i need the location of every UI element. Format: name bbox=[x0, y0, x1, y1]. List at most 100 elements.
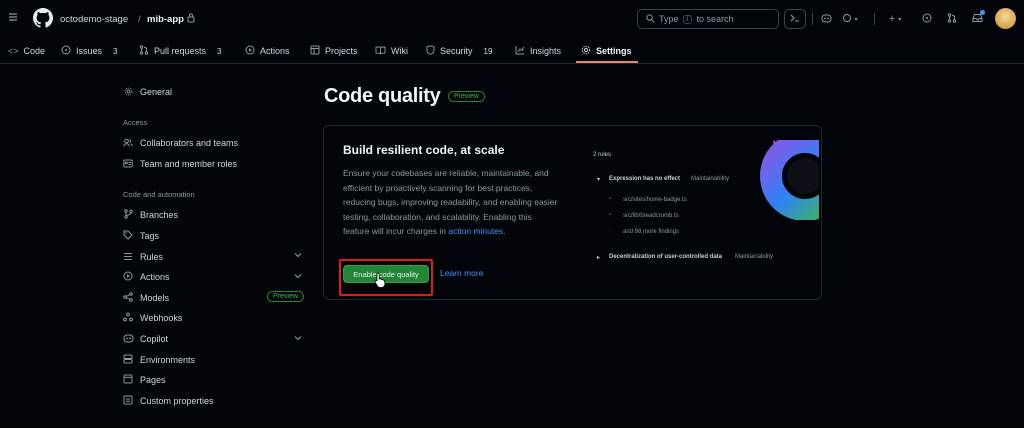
tab-security[interactable]: Security 19 bbox=[426, 44, 492, 58]
file-1-icon: ▫ bbox=[609, 196, 612, 202]
sidebar-item-actions[interactable]: Actions bbox=[123, 270, 170, 284]
sidebar-item-models[interactable]: Models bbox=[123, 291, 169, 305]
owner-link[interactable]: octodemo-stage bbox=[60, 14, 128, 25]
tab-insights-label: Insights bbox=[530, 46, 562, 56]
search-prefix: Type bbox=[659, 14, 679, 24]
shield-icon bbox=[426, 45, 435, 57]
chevron-down-icon[interactable] bbox=[294, 271, 302, 281]
sidebar-item-webhooks[interactable]: Webhooks bbox=[123, 311, 182, 325]
file-1: src/sites/home-badge.ts bbox=[623, 197, 687, 203]
search-input[interactable]: Type / to search bbox=[637, 9, 779, 29]
title-preview-badge: Preview bbox=[448, 91, 485, 102]
table-icon bbox=[310, 45, 320, 57]
code-quality-artwork-icon bbox=[760, 140, 819, 220]
models-icon bbox=[123, 292, 133, 304]
top-bar: octodemo-stage / mib-app Type / to searc… bbox=[0, 0, 1024, 38]
hamburger-menu-icon[interactable] bbox=[8, 12, 18, 22]
sidebar-item-label: Models bbox=[140, 293, 170, 303]
sidebar-item-collaborators[interactable]: Collaborators and teams bbox=[123, 136, 238, 150]
chevron-down-icon[interactable] bbox=[294, 333, 302, 343]
tab-pull-requests-count: 3 bbox=[217, 46, 222, 56]
tab-actions[interactable]: Actions bbox=[245, 44, 290, 58]
sidebar-item-pages[interactable]: Pages bbox=[123, 373, 166, 387]
tab-pull-requests[interactable]: Pull requests 3 bbox=[139, 44, 221, 58]
sidebar-item-copilot[interactable]: Copilot bbox=[123, 332, 168, 346]
sidebar-item-team-roles[interactable]: Team and member roles bbox=[123, 157, 237, 171]
sidebar-item-label: Collaborators and teams bbox=[140, 138, 239, 148]
sidebar-item-label: Actions bbox=[140, 272, 170, 282]
rule-2-name: Decentralization of user-controlled data bbox=[609, 254, 723, 260]
copilot-button[interactable] bbox=[818, 9, 834, 29]
chevron-down-icon[interactable] bbox=[294, 250, 302, 260]
sidebar-item-label: Tags bbox=[140, 231, 160, 241]
repo-link[interactable]: mib-app bbox=[147, 14, 184, 25]
tab-code-label: Code bbox=[23, 46, 46, 56]
avatar[interactable] bbox=[995, 8, 1016, 29]
tab-security-label: Security bbox=[440, 46, 473, 56]
more-findings-icon: · bbox=[609, 228, 611, 234]
tab-insights[interactable]: Insights bbox=[515, 44, 561, 58]
sidebar-item-rules[interactable]: Rules bbox=[123, 250, 163, 264]
browser-icon bbox=[123, 374, 133, 386]
sidebar-item-general[interactable]: General bbox=[123, 85, 172, 99]
repo-nav: <> Code Issues 3 Pull requests 3 Actions… bbox=[0, 38, 1024, 64]
sidebar-item-label: Pages bbox=[140, 375, 166, 385]
create-new-button[interactable]: + ▾ bbox=[880, 9, 910, 29]
lock-icon bbox=[187, 13, 195, 23]
copilot-icon bbox=[123, 333, 134, 345]
topbar-divider-2 bbox=[874, 13, 875, 25]
gear-icon bbox=[123, 87, 133, 98]
command-palette-button[interactable] bbox=[784, 9, 806, 29]
sidebar-item-tags[interactable]: Tags bbox=[123, 229, 159, 243]
copilot-status-icon bbox=[842, 13, 852, 25]
copilot-menu-button[interactable]: ▾ bbox=[838, 9, 862, 29]
chevron-down-icon: ▾ bbox=[898, 16, 902, 23]
chevron-down-icon: ▾ bbox=[597, 177, 601, 183]
sidebar-item-custom-properties[interactable]: Custom properties bbox=[123, 394, 214, 408]
preview-badge: Preview bbox=[267, 291, 304, 302]
tab-issues-count: 3 bbox=[113, 46, 118, 56]
search-icon bbox=[646, 13, 655, 25]
sidebar-item-branches[interactable]: Branches bbox=[123, 208, 178, 222]
rule-2-tag: Maintainability bbox=[735, 254, 774, 260]
tab-settings[interactable]: Settings bbox=[581, 44, 632, 58]
selected-tab-underline bbox=[576, 61, 638, 63]
tab-projects-label: Projects bbox=[325, 46, 358, 56]
sidebar-item-label: Webhooks bbox=[140, 313, 183, 323]
page-title: Code quality bbox=[324, 85, 441, 107]
tab-code[interactable]: <> Code bbox=[8, 44, 45, 58]
sidebar-item-label: Branches bbox=[140, 210, 179, 220]
rules-icon bbox=[123, 252, 133, 263]
mouse-cursor-icon bbox=[374, 272, 386, 288]
learn-more-link[interactable]: Learn more bbox=[440, 268, 483, 278]
pull-requests-button[interactable] bbox=[943, 9, 961, 29]
tab-issues-label: Issues bbox=[76, 46, 103, 56]
card-description: Ensure your codebases are reliable, main… bbox=[343, 166, 558, 239]
tab-wiki[interactable]: Wiki bbox=[375, 44, 408, 58]
sidebar-item-label: Rules bbox=[140, 252, 164, 262]
chevron-down-icon: ▾ bbox=[854, 16, 858, 23]
gear-icon bbox=[581, 45, 591, 57]
sidebar-heading-code-automation: Code and automation bbox=[123, 190, 195, 199]
sidebar-item-label: Team and member roles bbox=[140, 159, 238, 169]
sidebar-item-environments[interactable]: Environments bbox=[123, 353, 195, 367]
code-icon: <> bbox=[8, 46, 19, 56]
chevron-right-icon: ▸ bbox=[597, 255, 601, 261]
rules-count: 2 rules bbox=[593, 152, 612, 158]
graph-icon bbox=[515, 45, 525, 57]
note-icon bbox=[123, 395, 133, 407]
people-icon bbox=[123, 138, 133, 149]
webhook-icon bbox=[123, 312, 133, 324]
pull-request-icon bbox=[947, 13, 957, 25]
tab-issues[interactable]: Issues 3 bbox=[61, 44, 117, 58]
github-logo-icon[interactable] bbox=[33, 8, 54, 28]
terminal-icon bbox=[790, 14, 800, 24]
rules-preview: 2 rules ▾ Expression has no effect Maint… bbox=[587, 140, 819, 280]
card-description-end: . bbox=[503, 226, 506, 236]
issues-button[interactable] bbox=[918, 9, 936, 29]
topbar-divider bbox=[812, 13, 813, 25]
inbox-button[interactable] bbox=[968, 9, 986, 29]
tab-pull-requests-label: Pull requests bbox=[154, 46, 207, 56]
tab-projects[interactable]: Projects bbox=[310, 44, 358, 58]
action-minutes-link[interactable]: action minutes bbox=[448, 226, 503, 236]
